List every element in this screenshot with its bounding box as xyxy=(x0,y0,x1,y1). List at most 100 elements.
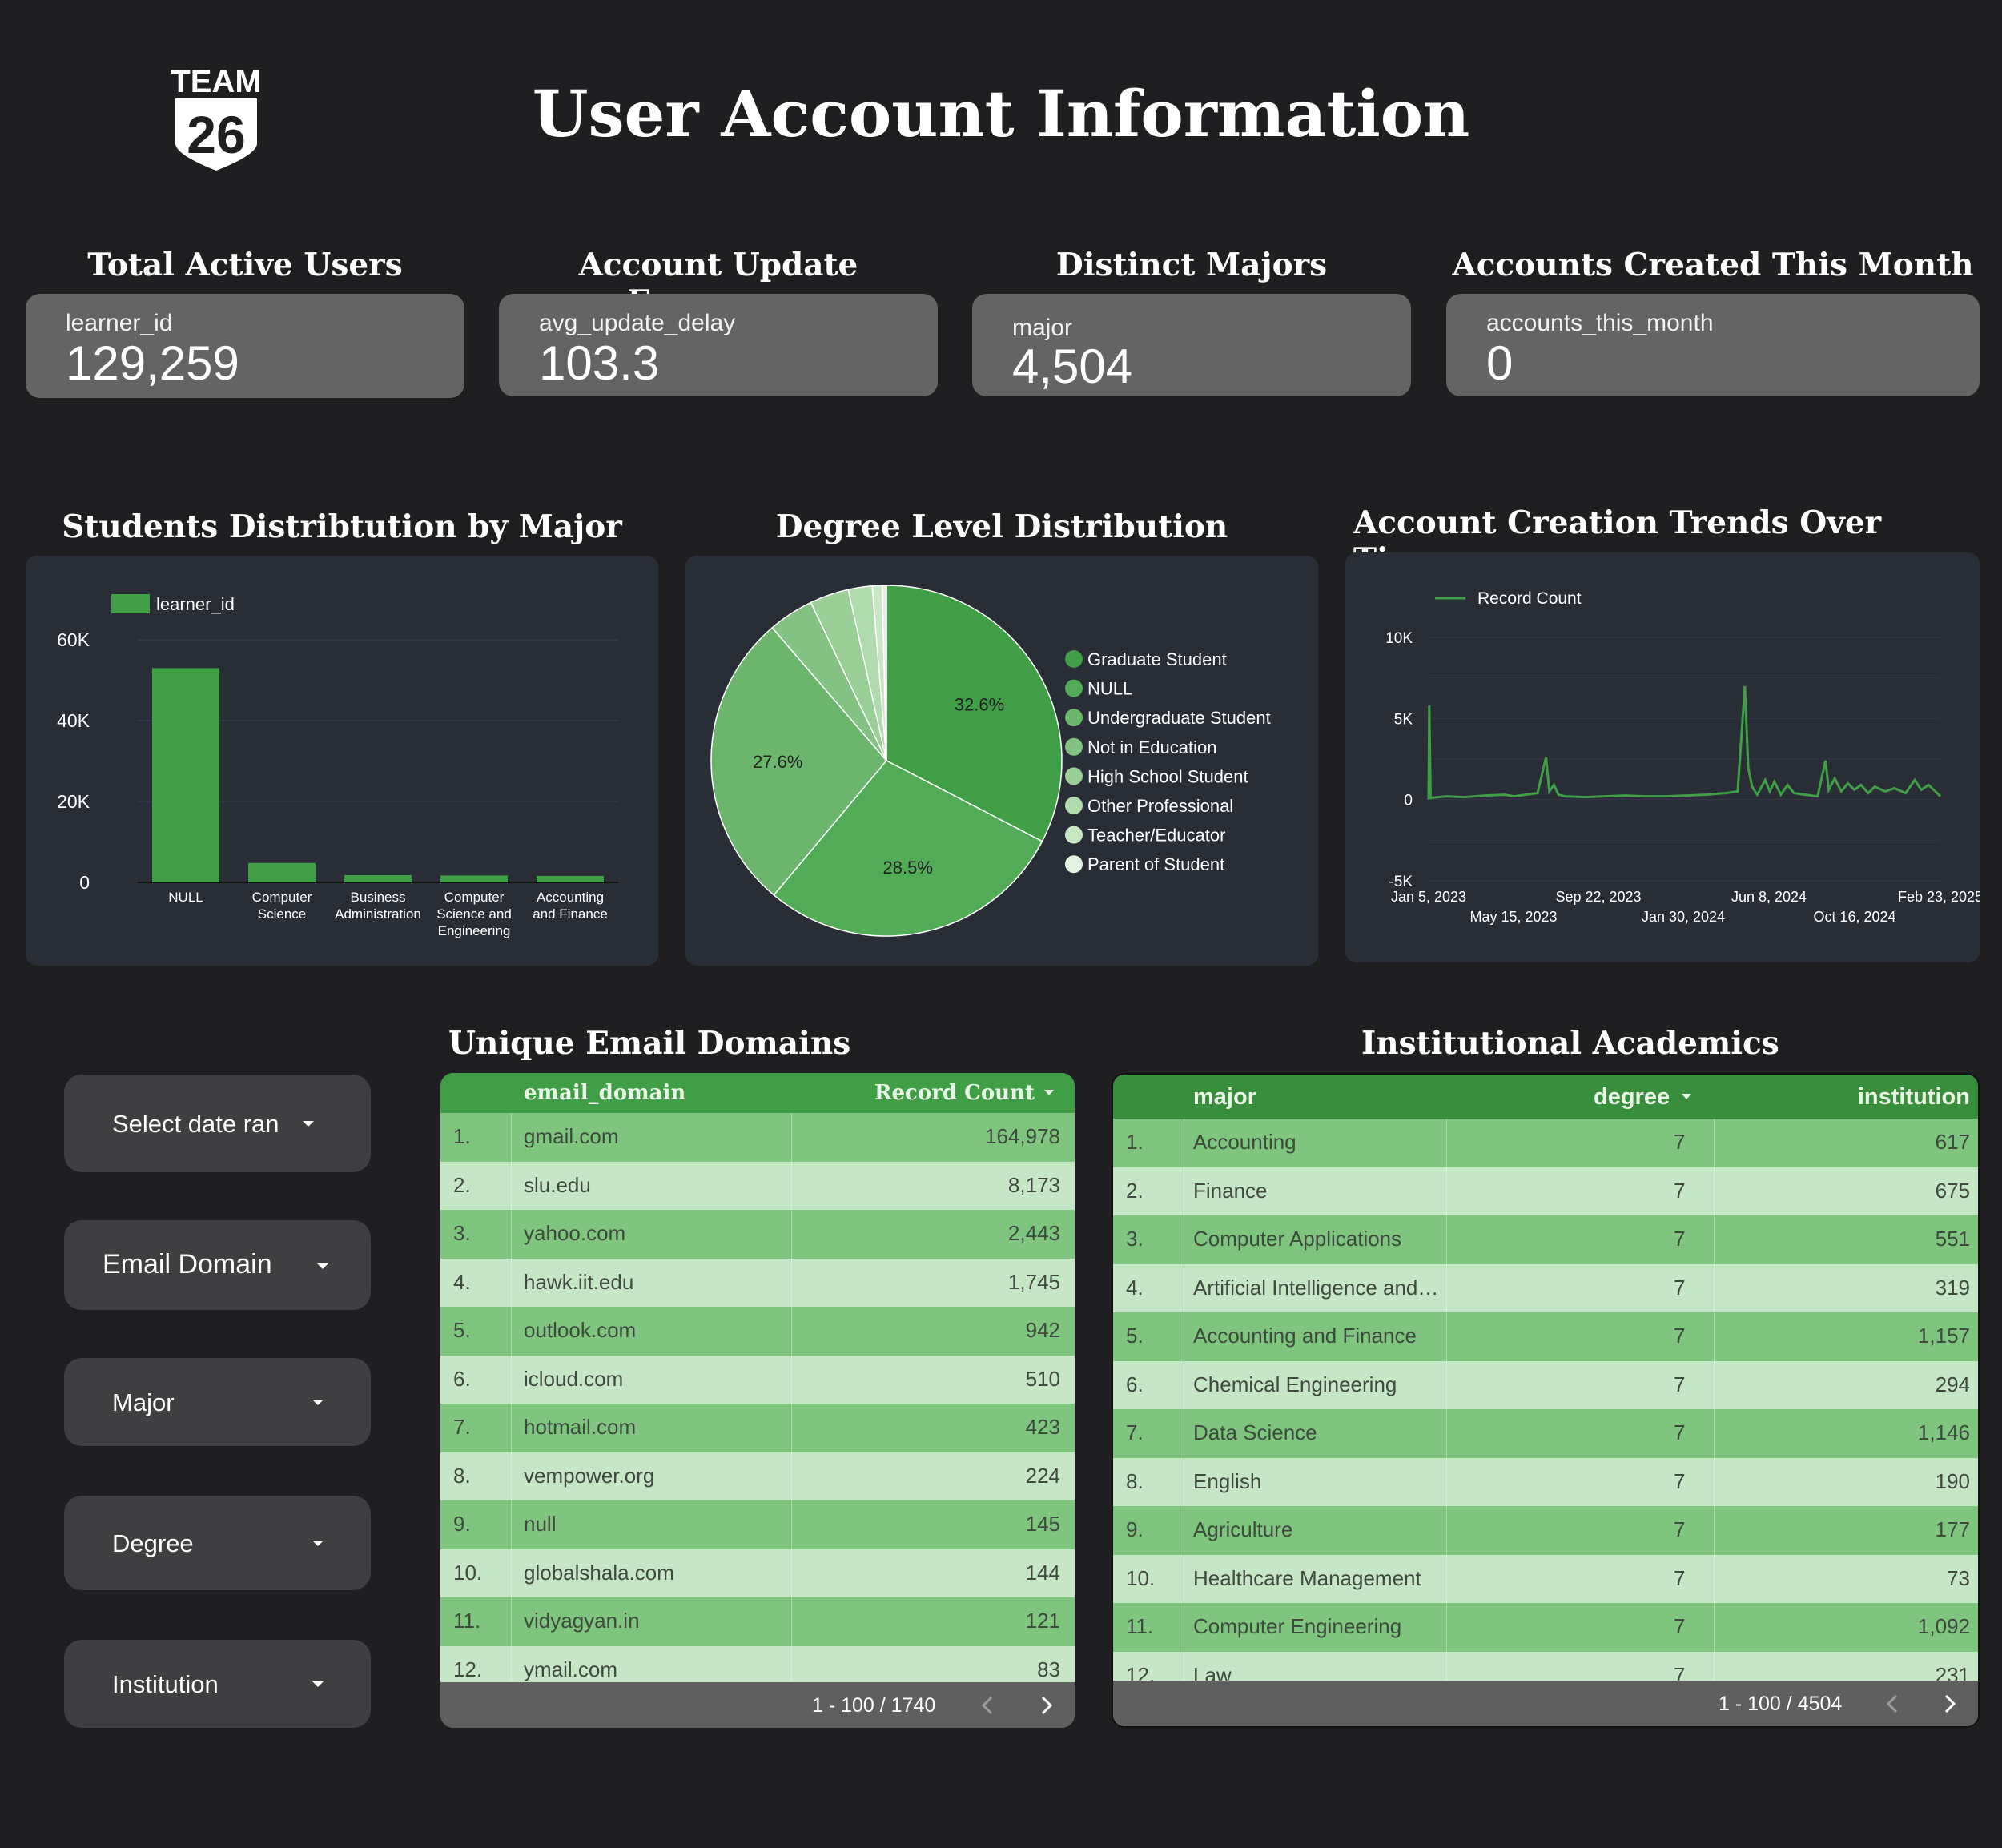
row-index: 6. xyxy=(453,1366,471,1391)
row-index: 10. xyxy=(453,1560,483,1585)
table-row[interactable]: 10. globalshala.com 144 xyxy=(440,1549,1075,1597)
x-tick-label: Computer xyxy=(444,890,505,905)
column-divider xyxy=(1446,1409,1447,1458)
x-tick-label: NULL xyxy=(168,890,203,905)
table-row[interactable]: 6. Chemical Engineering 7 294 xyxy=(1113,1360,1978,1409)
legend-label: Teacher/Educator xyxy=(1087,826,1225,846)
kpi-card-account-update-frequency: avg_update_delay 103.3 xyxy=(499,294,938,396)
institution-filter[interactable]: Institution xyxy=(64,1640,371,1728)
y-tick-label: 0 xyxy=(79,872,90,893)
bar-chart: 020K40K60KNULL ComputerScienceBusinessAdm… xyxy=(57,594,618,938)
email-table-title: Unique Email Domains xyxy=(448,1025,851,1062)
sort-descending-icon[interactable] xyxy=(1044,1090,1054,1095)
table-row[interactable]: 1. Accounting 7 617 xyxy=(1113,1119,1978,1167)
table-row[interactable]: 2. Finance 7 675 xyxy=(1113,1167,1978,1215)
cell-email-domain: null xyxy=(524,1512,557,1536)
chevron-down-icon xyxy=(303,1121,314,1127)
column-divider xyxy=(511,1404,512,1452)
next-page-icon[interactable] xyxy=(1938,1692,1962,1716)
date-range-filter[interactable]: Select date ran xyxy=(64,1075,371,1172)
major-filter-label: Major xyxy=(112,1388,175,1416)
cell-institution: 294 xyxy=(1935,1372,1970,1396)
legend-label: Other Professional xyxy=(1087,796,1233,816)
legend-label: Undergraduate Student xyxy=(1087,708,1271,728)
table-body: 1. gmail.com 164,978 2. slu.edu 8,173 3. yahoo.… xyxy=(440,1113,1075,1682)
x-tick-label: Science and xyxy=(436,906,512,922)
cell-degree: 7 xyxy=(1674,1420,1686,1444)
column-divider xyxy=(791,1307,792,1356)
table-row[interactable]: 2. slu.edu 8,173 xyxy=(440,1161,1075,1210)
column-divider xyxy=(511,1355,512,1404)
table-row[interactable]: 3. Computer Applications 7 551 xyxy=(1113,1215,1978,1264)
line-chart-panel: -5K 0 5K 10K Jan 5, 2023 Sep 22, 2023 Jun 8, 2… xyxy=(1345,552,1983,962)
x-tick-label: Jan 30, 2024 xyxy=(1642,909,1725,925)
column-divider xyxy=(1446,1360,1447,1409)
next-page-icon[interactable] xyxy=(1035,1693,1059,1717)
sort-descending-icon[interactable] xyxy=(1682,1094,1691,1099)
cell-email-domain: gmail.com xyxy=(524,1124,619,1148)
column-header-degree[interactable]: degree xyxy=(1594,1084,1670,1111)
x-tick-label: Engineering xyxy=(438,923,511,938)
x-tick-label: Business xyxy=(351,890,406,905)
svg-text:TEAM: TEAM xyxy=(171,64,261,99)
cell-degree: 7 xyxy=(1674,1614,1686,1638)
column-header-record-count[interactable]: Record Count xyxy=(874,1081,1035,1105)
column-header-major[interactable]: major xyxy=(1193,1084,1256,1111)
table-row[interactable]: 5. outlook.com 942 xyxy=(440,1307,1075,1356)
email-domain-filter[interactable]: Email Domain xyxy=(64,1220,371,1310)
column-divider xyxy=(791,1113,792,1162)
table-row[interactable]: 3. yahoo.com 2,443 xyxy=(440,1210,1075,1259)
bar-chart-panel: 0 20K 40K 60K NULL Computer Science Business Adm… xyxy=(26,556,658,966)
y-tick-label: 40K xyxy=(57,710,90,731)
table-body: 1. Accounting 7 617 2. Finance 7 675 3. Computer … xyxy=(1113,1119,1978,1684)
team-26-logo: TEAM 26 xyxy=(171,64,262,171)
column-header-email-domain[interactable]: email_domain xyxy=(524,1081,685,1105)
table-row[interactable]: 7. Data Science 7 1,146 xyxy=(1113,1409,1978,1458)
chevron-down-icon xyxy=(312,1400,324,1405)
table-row[interactable]: 1. gmail.com 164,978 xyxy=(440,1113,1075,1162)
cell-email-domain: hawk.iit.edu xyxy=(524,1269,634,1294)
cell-record-count: 145 xyxy=(1025,1512,1060,1536)
cell-record-count: 2,443 xyxy=(1007,1221,1060,1245)
column-divider xyxy=(791,1355,792,1404)
table-row[interactable]: 8. vempower.org 224 xyxy=(440,1452,1075,1500)
table-row[interactable]: 4. hawk.iit.edu 1,745 xyxy=(440,1258,1075,1307)
cell-record-count: 8,173 xyxy=(1007,1172,1060,1197)
column-divider xyxy=(1714,1119,1715,1167)
table-row[interactable]: 4. Artificial Intelligence and… 7 319 xyxy=(1113,1263,1978,1312)
row-index: 11. xyxy=(1126,1614,1154,1638)
column-divider xyxy=(511,1210,512,1259)
previous-page-icon[interactable] xyxy=(1880,1692,1904,1716)
legend-label: Graduate Student xyxy=(1087,649,1227,669)
degree-filter[interactable]: Degree xyxy=(64,1496,371,1590)
series-line xyxy=(1427,685,1942,800)
x-tick-label: Accounting xyxy=(537,890,604,905)
legend-label: NULL xyxy=(1087,679,1132,699)
cell-major: English xyxy=(1193,1468,1262,1493)
table-row[interactable]: 10. Healthcare Management 7 73 xyxy=(1113,1554,1978,1603)
table-row[interactable]: 11. Computer Engineering 7 1,092 xyxy=(1113,1603,1978,1652)
slice-label: 28.5% xyxy=(883,858,933,878)
column-divider xyxy=(1714,1457,1715,1506)
table-row[interactable]: 7. hotmail.com 423 xyxy=(440,1404,1075,1452)
table-row[interactable]: 12. Law 7 231 xyxy=(1113,1651,1978,1684)
column-divider xyxy=(791,1258,792,1307)
cell-email-domain: outlook.com xyxy=(524,1318,637,1342)
table-row[interactable]: 8. English 7 190 xyxy=(1113,1457,1978,1506)
table-row[interactable]: 9. Agriculture 7 177 xyxy=(1113,1506,1978,1555)
major-filter[interactable]: Major xyxy=(64,1358,371,1446)
cell-institution: 1,146 xyxy=(1917,1420,1970,1444)
cell-major: Agriculture xyxy=(1193,1517,1293,1541)
previous-page-icon[interactable] xyxy=(975,1693,999,1717)
table-row[interactable]: 9. null 145 xyxy=(440,1500,1075,1549)
row-index: 2. xyxy=(453,1172,471,1197)
legend-swatch xyxy=(111,594,150,613)
table-row[interactable]: 11. vidyagyan.in 121 xyxy=(440,1597,1075,1646)
cell-record-count: 83 xyxy=(1037,1657,1060,1681)
table-row[interactable]: 6. icloud.com 510 xyxy=(440,1355,1075,1404)
table-row[interactable]: 12. ymail.com 83 xyxy=(440,1645,1075,1682)
table-row[interactable]: 5. Accounting and Finance 7 1,157 xyxy=(1113,1312,1978,1361)
column-divider xyxy=(511,1549,512,1597)
column-header-institution[interactable]: institution xyxy=(1858,1084,1970,1111)
row-index: 11. xyxy=(453,1609,481,1633)
